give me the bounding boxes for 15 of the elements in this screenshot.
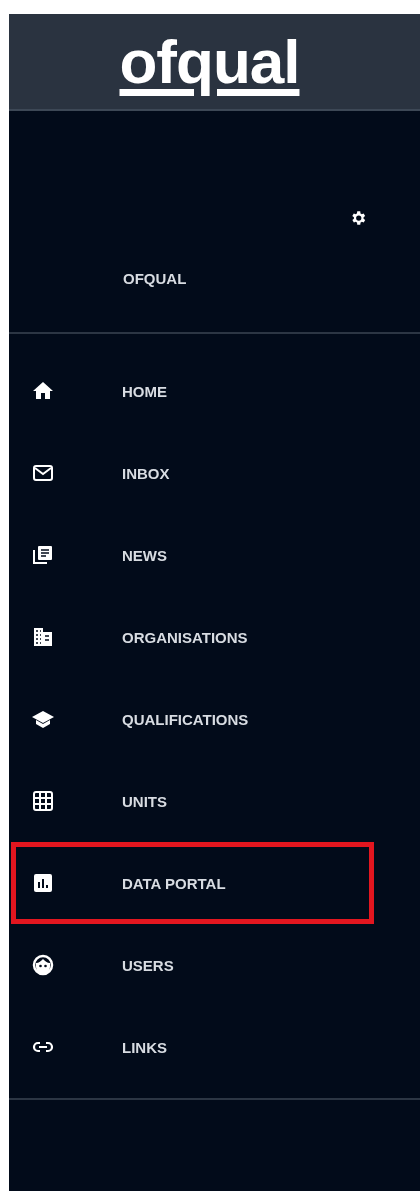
face-icon [31,953,55,977]
nav-item[interactable]: NEWS [11,514,374,596]
documents-icon [31,543,55,567]
nav-item[interactable]: USERS [11,924,374,1006]
nav-item[interactable]: DATA PORTAL [11,842,374,924]
building-icon [31,625,55,649]
nav-item[interactable]: QUALIFICATIONS [11,678,374,760]
nav-item[interactable]: UNITS [11,760,374,842]
nav-item[interactable]: LINKS [11,1006,374,1088]
bar-chart-icon [31,871,55,895]
grid-icon [31,789,55,813]
account-name: OFQUAL [123,270,187,287]
nav-item[interactable]: INBOX [11,432,374,514]
nav-item[interactable]: ORGANISATIONS [11,596,374,678]
nav-item[interactable]: HOME [11,350,374,432]
